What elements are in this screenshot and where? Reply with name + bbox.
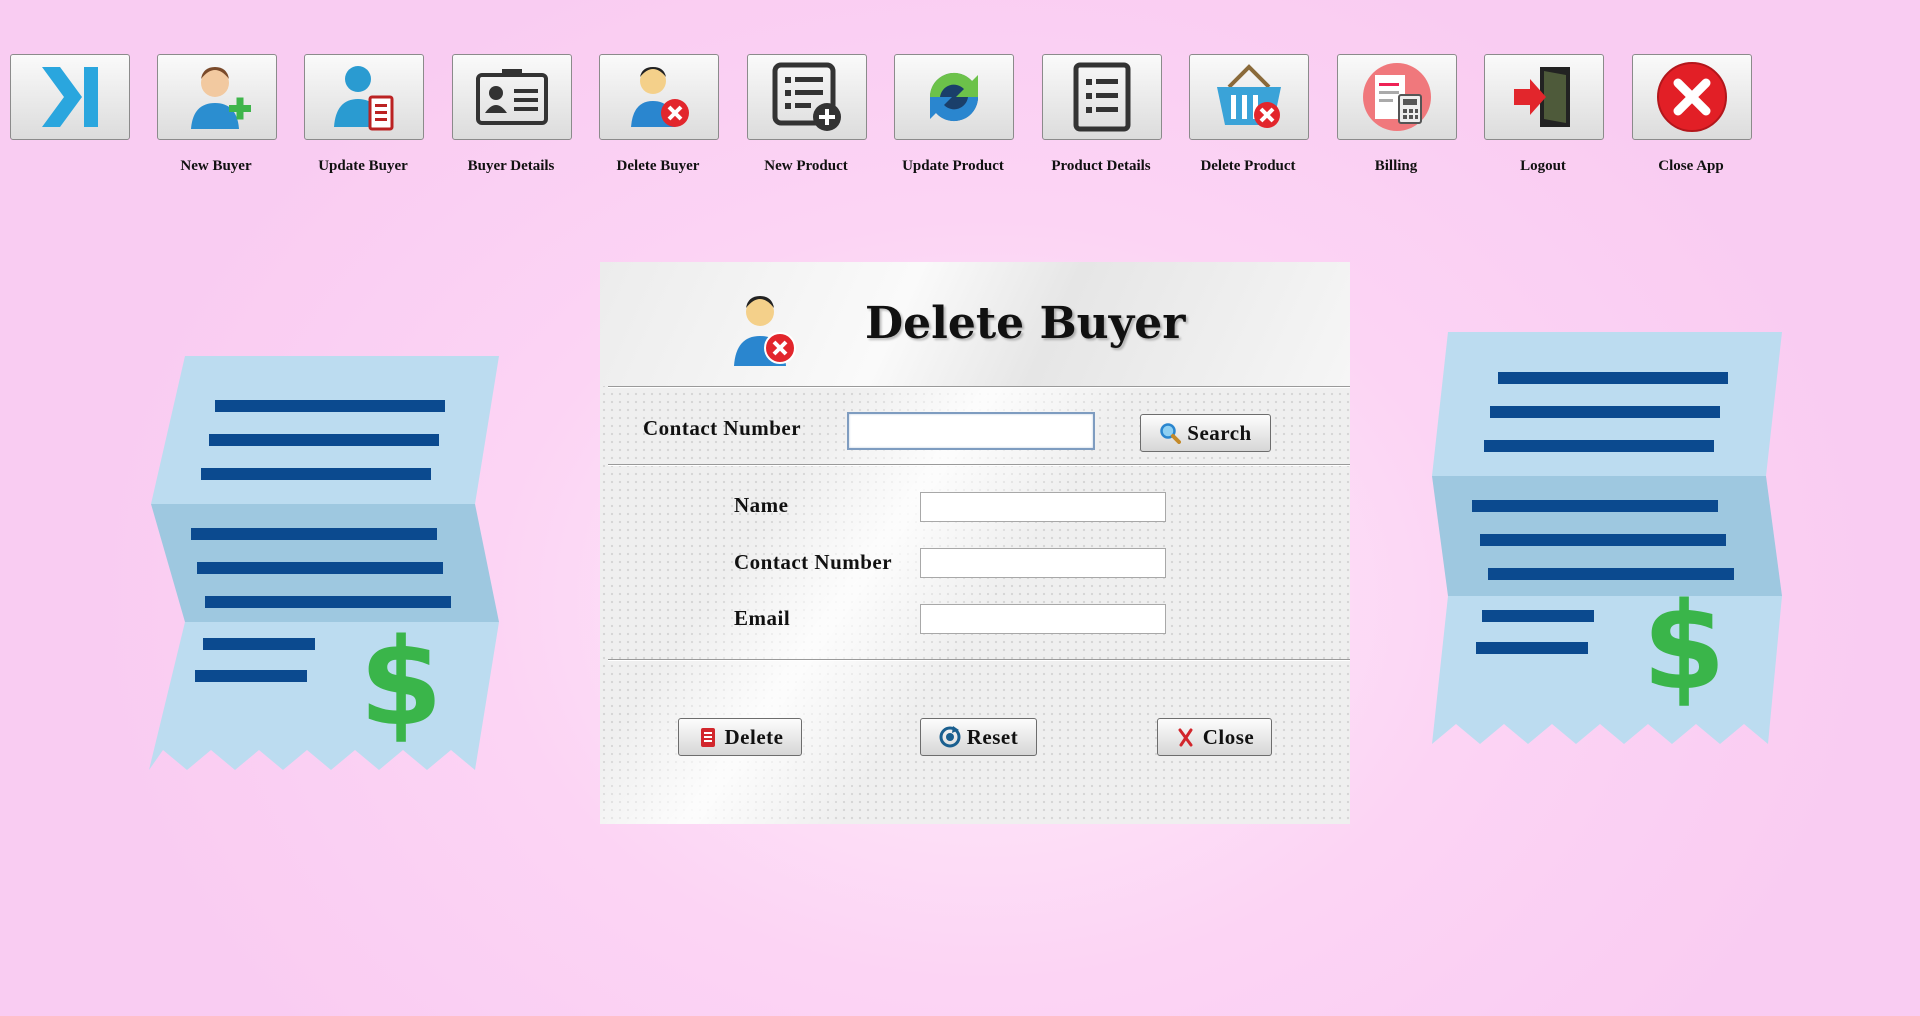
contact-number-label: Contact Number	[734, 550, 893, 574]
svg-text:$: $	[359, 614, 443, 753]
delete-user-icon	[631, 67, 689, 127]
reset-icon	[939, 726, 961, 748]
calculator-bill-icon	[1363, 63, 1431, 131]
email-field[interactable]	[920, 604, 1166, 634]
buyer-details-button[interactable]: Buyer Details	[452, 54, 574, 174]
search-contact-input[interactable]	[847, 412, 1095, 450]
trash-icon	[700, 728, 715, 747]
name-field[interactable]	[920, 492, 1166, 522]
refresh-icon	[929, 72, 979, 122]
billing-button[interactable]: Billing	[1337, 54, 1459, 174]
receipt-illustration-right: $	[1428, 328, 1788, 748]
close-button[interactable]: Close	[1157, 718, 1272, 756]
divider	[608, 659, 1350, 661]
name-label: Name	[734, 493, 789, 517]
panel-header: Delete Buyer	[600, 262, 1350, 386]
delete-button[interactable]: Delete	[678, 718, 802, 756]
logout-button[interactable]: Logout	[1484, 54, 1606, 174]
receipt-icon: $	[1432, 332, 1782, 744]
delete-product-button[interactable]: Delete Product	[1189, 54, 1311, 174]
reset-button[interactable]: Reset	[920, 718, 1037, 756]
search-button[interactable]: Search	[1140, 414, 1271, 452]
delete-buyer-panel: Delete Buyer Contact Number Search Name …	[600, 262, 1350, 824]
new-buyer-label: New Buyer	[180, 158, 252, 174]
divider	[608, 464, 1350, 466]
page-title: Delete Buyer	[865, 298, 1186, 349]
logout-door-icon	[1514, 67, 1570, 127]
delete-user-icon	[734, 296, 796, 366]
new-product-button[interactable]: New Product	[747, 54, 869, 174]
close-button-label: Close	[1202, 724, 1255, 749]
search-button-label: Search	[1187, 420, 1252, 445]
update-product-button[interactable]: Update Product	[894, 54, 1016, 174]
delete-product-label: Delete Product	[1200, 158, 1296, 174]
delete-buyer-button[interactable]: Delete Buyer	[599, 54, 721, 174]
add-user-icon	[191, 67, 251, 129]
receipt-icon: $	[149, 356, 499, 770]
close-icon	[1178, 728, 1193, 747]
billing-label: Billing	[1374, 158, 1418, 174]
new-buyer-button[interactable]: New Buyer	[157, 54, 279, 174]
svg-text:$: $	[1642, 578, 1726, 717]
collapse-sidebar-button[interactable]	[10, 54, 132, 142]
close-app-label: Close App	[1658, 158, 1724, 174]
delete-basket-icon	[1217, 64, 1281, 128]
add-list-icon	[772, 62, 841, 131]
delete-button-label: Delete	[724, 724, 784, 749]
close-app-button[interactable]: Close App	[1632, 54, 1754, 174]
search-contact-label: Contact Number	[643, 416, 802, 440]
delete-buyer-label: Delete Buyer	[616, 158, 700, 174]
update-user-icon	[334, 66, 394, 131]
new-product-label: New Product	[764, 158, 848, 174]
update-buyer-button[interactable]: Update Buyer	[304, 54, 426, 174]
contact-number-field[interactable]	[920, 548, 1166, 578]
logout-label: Logout	[1520, 158, 1566, 174]
list-icon	[1073, 62, 1131, 132]
email-label: Email	[734, 606, 791, 630]
divider	[608, 386, 1350, 388]
close-circle-icon	[1657, 62, 1727, 132]
product-details-label: Product Details	[1051, 158, 1151, 174]
update-product-label: Update Product	[902, 158, 1004, 174]
product-details-button[interactable]: Product Details	[1042, 54, 1164, 174]
collapse-arrow-icon	[42, 67, 98, 127]
buyer-details-label: Buyer Details	[467, 158, 555, 174]
update-buyer-label: Update Buyer	[318, 158, 408, 174]
search-icon	[1160, 423, 1182, 444]
top-toolbar: New Buyer Update Buyer Buyer Details Del…	[0, 0, 1920, 190]
reset-button-label: Reset	[966, 724, 1019, 749]
id-card-icon	[476, 69, 548, 125]
receipt-illustration-left: $	[145, 352, 505, 772]
